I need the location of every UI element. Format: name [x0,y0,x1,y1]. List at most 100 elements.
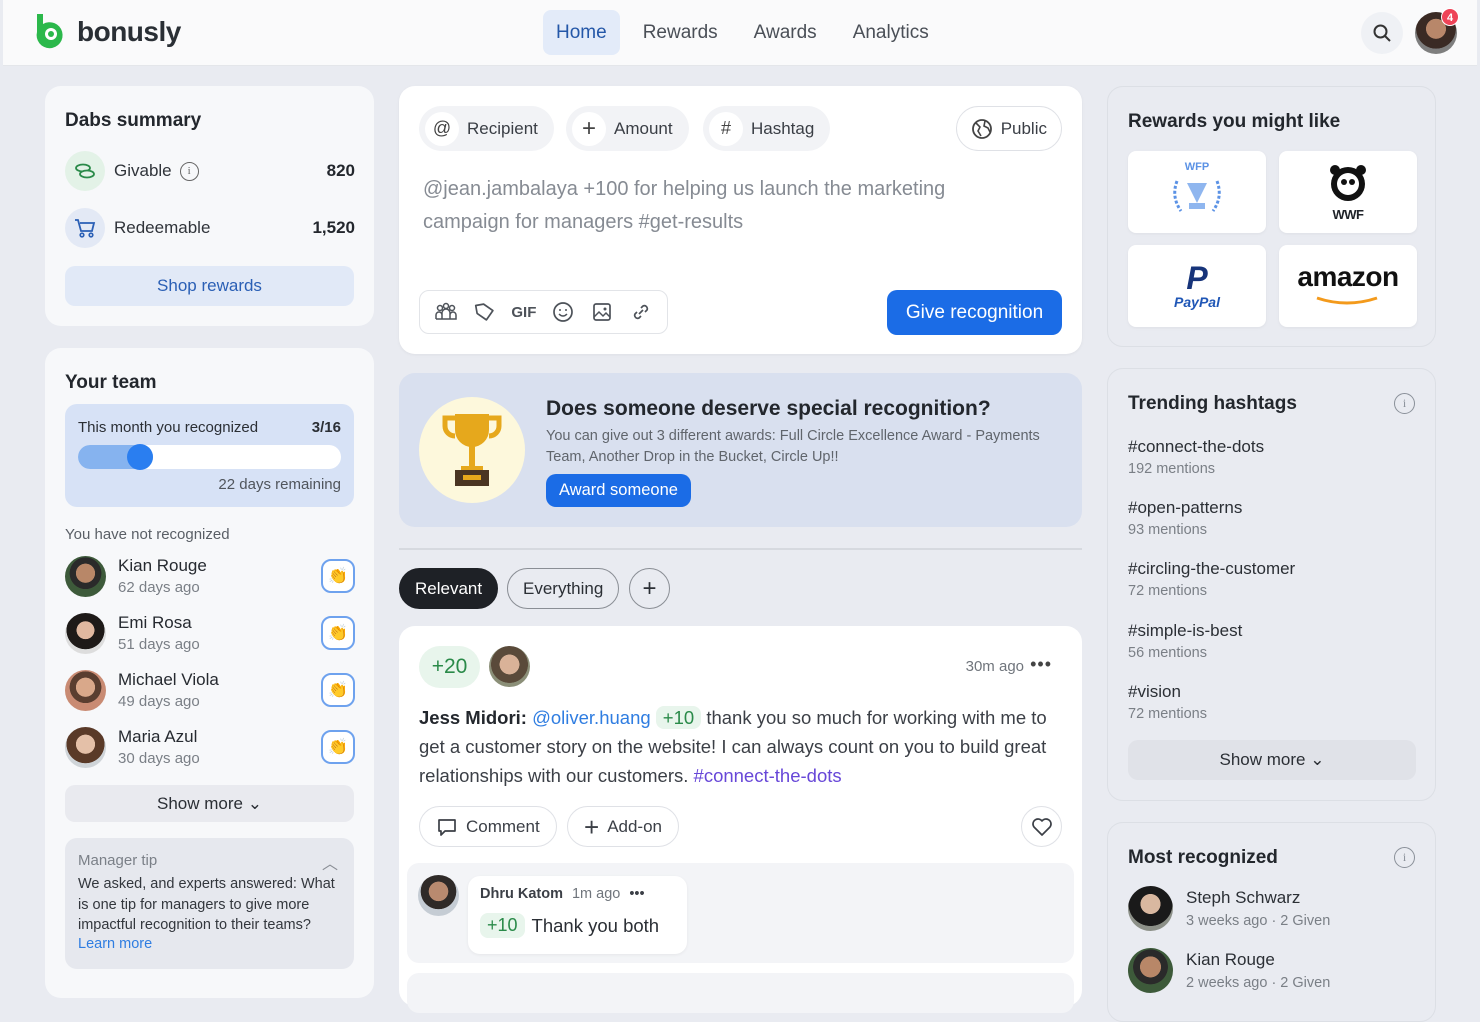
tag-name: #connect-the-dots [1128,437,1265,456]
more-options-icon[interactable]: ••• [1030,654,1052,675]
info-icon[interactable]: i [1394,847,1415,868]
tag-icon[interactable] [470,297,500,327]
comment-button[interactable]: Comment [419,806,557,847]
comment-bubble: Dhru Katom 1m ago ••• +10 Thank you both [468,876,687,954]
add-on-label: Add-on [607,816,663,836]
reward-wfp[interactable]: WFP [1128,151,1266,233]
tag-count: 56 mentions [1128,645,1207,661]
recognize-button[interactable]: 👏 [321,616,355,650]
logo-text: bonusly [77,16,181,47]
trending-tag[interactable]: #simple-is-best 56 mentions [1128,621,1242,661]
add-on-button[interactable]: + Add-on [567,806,680,847]
post-points: +20 [419,646,480,688]
filter-relevant[interactable]: Relevant [399,568,499,609]
givable-value: 820 [326,161,355,180]
nav-rewards[interactable]: Rewards [630,10,731,55]
tag-count: 72 mentions [1128,706,1207,722]
trending-tag[interactable]: #vision 72 mentions [1128,682,1207,722]
trending-tag[interactable]: #circling-the-customer 72 mentions [1128,559,1295,599]
gif-icon[interactable]: GIF [509,297,539,327]
clap-icon: 👏 [328,739,348,756]
dabs-title: Dabs summary [65,110,202,131]
trending-tag[interactable]: #open-patterns 93 mentions [1128,498,1242,538]
nav-awards[interactable]: Awards [741,10,830,55]
recognize-button[interactable]: 👏 [321,559,355,593]
days-remaining: 22 days remaining [218,476,341,493]
tag-count: 192 mentions [1128,461,1216,477]
nav-home[interactable]: Home [543,10,620,55]
image-icon[interactable] [587,297,617,327]
info-icon[interactable]: i [179,161,199,181]
most-recognized-card: Most recognized i Steph Schwarz 3 weeks a… [1107,822,1436,1022]
team-member[interactable]: Michael Viola 49 days ago 👏 [65,668,355,712]
clap-icon: 👏 [328,568,348,585]
bonusly-logo[interactable]: bonusly [29,12,181,52]
post-author[interactable]: Jess Midori: [419,707,527,728]
link-icon[interactable] [626,297,656,327]
visibility-button[interactable]: Public [955,106,1062,151]
tag-count: 93 mentions [1128,522,1207,538]
recognized-person[interactable]: Steph Schwarz 3 weeks ago · 2 Given [1128,886,1330,931]
feed-divider [399,548,1082,550]
hash-icon: # [709,111,743,146]
tag-name: #open-patterns [1128,498,1243,517]
your-team-card: Your team This month you recognized 3/16 … [45,348,374,998]
shop-rewards-button[interactable]: Shop rewards [65,266,354,306]
most-recognized-title: Most recognized [1128,847,1278,868]
hashtag-link[interactable]: #connect-the-dots [694,765,842,786]
person-sub: 3 weeks ago · 2 Given [1186,913,1331,929]
reward-amazon[interactable]: amazon [1279,245,1417,327]
manager-tip: Manager tip ︿ We asked, and experts answ… [65,838,354,969]
person-sub: 2 weeks ago · 2 Given [1186,975,1331,991]
nav-analytics[interactable]: Analytics [840,10,942,55]
mention-link[interactable]: @oliver.huang [532,707,651,728]
show-more-label: Show more [157,794,243,813]
comment-time: 1m ago [571,886,621,902]
recognized-person[interactable]: Kian Rouge 2 weeks ago · 2 Given [1128,948,1330,993]
message-input[interactable]: @jean.jambalaya +100 for helping us laun… [423,173,1023,239]
recipient-chip[interactable]: @ Recipient [419,106,554,151]
visibility-label: Public [1000,118,1047,138]
comment-more-icon[interactable]: ••• [629,886,644,902]
recognition-composer: @ Recipient + Amount # Hashtag Public @jean… [399,86,1082,354]
member-since: 49 days ago [118,693,200,710]
reward-wwf[interactable]: WWF [1279,151,1417,233]
reward-paypal[interactable]: P PayPal [1128,245,1266,327]
member-name: Maria Azul [118,727,198,746]
chip-label: Amount [614,118,673,138]
like-button[interactable] [1021,806,1062,847]
tip-body: We asked, and experts answered: What is … [78,876,335,933]
progress-label: This month you recognized [78,419,259,436]
info-icon[interactable]: i [1394,393,1415,414]
team-member[interactable]: Emi Rosa 51 days ago 👏 [65,611,355,655]
trophy-icon [419,397,525,503]
redeemable-row: Redeemable 1,520 [65,208,355,248]
recipient-avatar[interactable] [489,646,530,687]
search-button[interactable] [1361,12,1403,54]
recognize-button[interactable]: 👏 [321,730,355,764]
comment-thread-next [407,973,1074,1013]
trending-show-more-button[interactable]: Show more ⌄ [1128,740,1416,780]
heart-icon [1031,817,1052,836]
commenter-avatar[interactable] [418,875,459,916]
tag-name: #simple-is-best [1128,621,1243,640]
hashtag-chip[interactable]: # Hashtag [703,106,831,151]
recognize-button[interactable]: 👏 [321,673,355,707]
commenter-name[interactable]: Dhru Katom [480,886,563,902]
award-someone-button[interactable]: Award someone [546,474,691,507]
trending-tag[interactable]: #connect-the-dots 192 mentions [1128,437,1264,477]
team-show-more-button[interactable]: Show more ⌄ [65,785,354,822]
add-filter-button[interactable]: + [629,568,670,609]
rewards-title: Rewards you might like [1128,111,1341,132]
tag-name: #circling-the-customer [1128,559,1296,578]
team-member[interactable]: Kian Rouge 62 days ago 👏 [65,554,355,598]
amount-chip[interactable]: + Amount [566,106,689,151]
give-recognition-button[interactable]: Give recognition [887,290,1062,335]
group-icon[interactable] [431,297,461,327]
chevron-up-icon[interactable]: ︿ [322,850,338,874]
emoji-icon[interactable] [548,297,578,327]
learn-more-link[interactable]: Learn more [78,936,341,952]
clap-icon: 👏 [328,682,348,699]
team-member[interactable]: Maria Azul 30 days ago 👏 [65,725,355,769]
filter-everything[interactable]: Everything [507,568,620,609]
